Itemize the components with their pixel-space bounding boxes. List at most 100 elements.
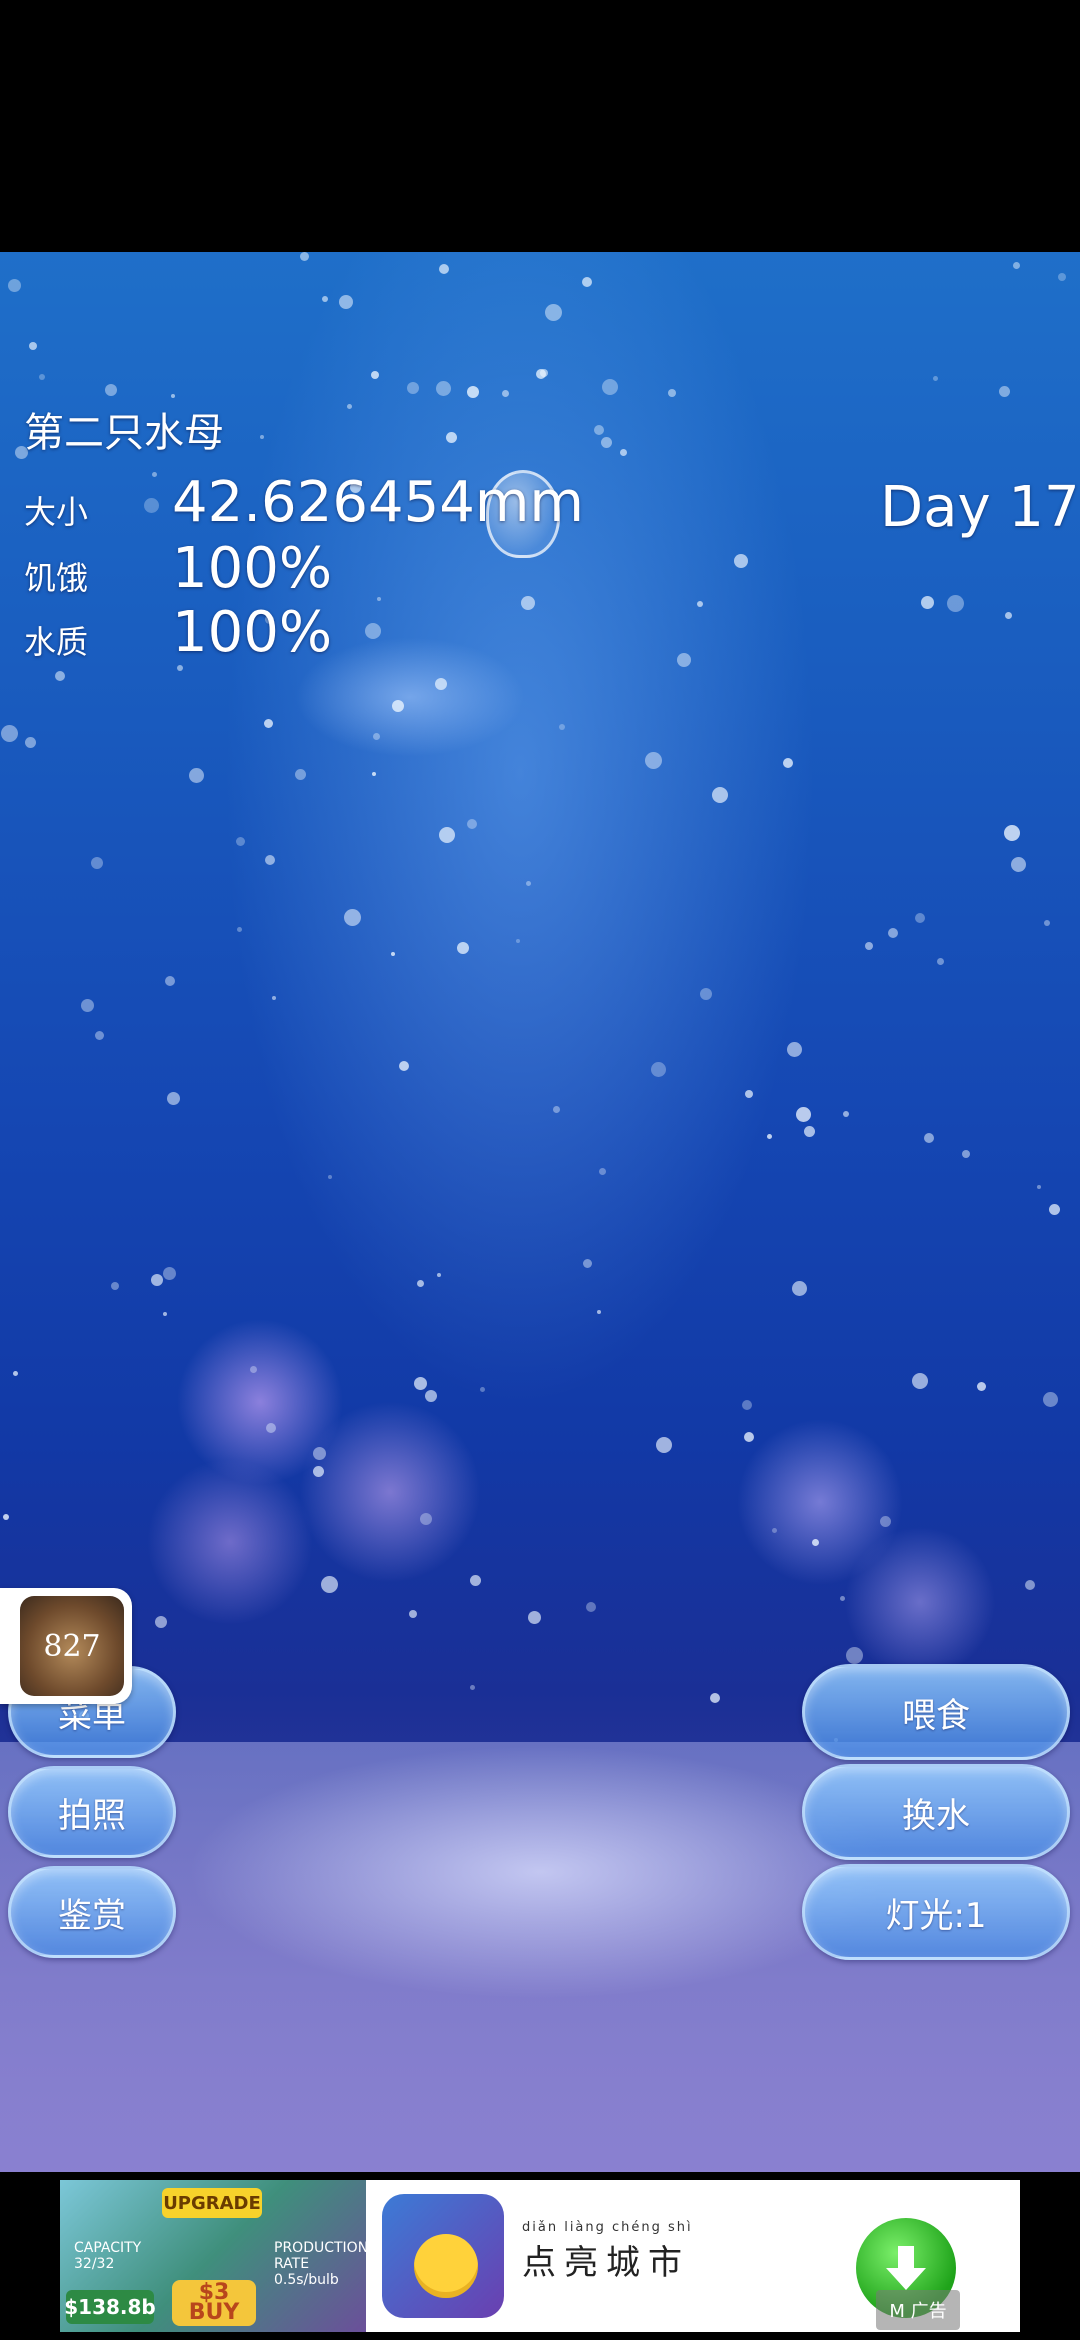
ad-buy-label: BUY (188, 2300, 240, 2325)
bubble (1043, 1392, 1058, 1407)
bubble (712, 787, 728, 803)
bubble (3, 1514, 9, 1520)
avatar-card[interactable]: 827 (0, 1588, 132, 1704)
bubble (888, 928, 898, 938)
bubble (152, 472, 157, 477)
bubble (700, 988, 712, 1000)
bubble (165, 976, 175, 986)
stat-value-water: 100% (172, 600, 333, 665)
photo-button[interactable]: 拍照 (8, 1766, 176, 1858)
bubble (1037, 1185, 1041, 1189)
bubble (1011, 857, 1026, 872)
bubble (409, 1610, 417, 1618)
bubble (272, 996, 276, 1000)
bubble (668, 389, 676, 397)
ad-badge: M 广告 (876, 2290, 960, 2330)
stat-value-hunger: 100% (172, 536, 333, 601)
light-button[interactable]: 灯光:1 (802, 1864, 1070, 1960)
gallery-button[interactable]: 鉴赏 (8, 1866, 176, 1958)
bubble (13, 1371, 18, 1376)
bubble (772, 1528, 777, 1533)
bubble (921, 596, 934, 609)
avatar-icon: 827 (20, 1596, 124, 1696)
bubble (1049, 1204, 1060, 1215)
bubble (435, 678, 447, 690)
bubble (265, 855, 275, 865)
bubble (372, 772, 376, 776)
bubble (321, 1576, 338, 1593)
bubble (339, 295, 353, 309)
ad-buy-box: $3 BUY (172, 2280, 256, 2326)
bubble (25, 737, 36, 748)
change-water-button[interactable]: 换水 (802, 1764, 1070, 1860)
bubble (266, 1423, 276, 1433)
bubble (656, 1437, 672, 1453)
bubble (446, 432, 457, 443)
bubble (414, 1377, 427, 1390)
screen: 第二只水母 大小 42.626454mm 饥饿 100% 水质 100% Day… (0, 0, 1080, 2340)
ad-upgrade-label: UPGRADE (162, 2188, 262, 2218)
bubble (586, 1602, 596, 1612)
bubble (937, 958, 944, 965)
bubble (840, 1596, 845, 1601)
bubble (373, 733, 380, 740)
top-black-bar (0, 0, 1080, 252)
bubble (155, 1616, 167, 1628)
bubble (843, 1111, 849, 1117)
stat-label-water: 水质 (24, 623, 89, 661)
bubble (236, 837, 245, 846)
ad-money-label: $138.8b (64, 2290, 156, 2324)
ad-capacity-label: CAPACITY 32/32 (74, 2240, 142, 2272)
bubble (915, 913, 925, 923)
bubble (846, 1647, 863, 1664)
bubble (962, 1150, 970, 1158)
feed-button[interactable]: 喂食 (802, 1664, 1070, 1760)
bubble (322, 296, 328, 302)
bubble (933, 376, 938, 381)
bubble (526, 881, 531, 886)
bubble (151, 1274, 163, 1286)
bubble (163, 1267, 176, 1280)
bubble (787, 1042, 802, 1057)
bubble (29, 342, 37, 350)
bubble (1058, 273, 1066, 281)
bubble (812, 1539, 819, 1546)
bubble (313, 1447, 326, 1460)
bubble (977, 1382, 986, 1391)
ad-app-icon (382, 2194, 504, 2318)
bubble (470, 1575, 481, 1586)
bubble (783, 758, 793, 768)
bubble (594, 425, 604, 435)
bubble (365, 623, 381, 639)
bubble (745, 1090, 753, 1098)
bubble (597, 1310, 601, 1314)
bubble (804, 1126, 815, 1137)
bubble (144, 498, 159, 513)
bubble (177, 665, 183, 671)
bubble (1013, 262, 1020, 269)
bubble (399, 1061, 409, 1071)
day-counter: Day 17 (880, 475, 1080, 540)
stat-label-hunger: 饥饿 (24, 559, 89, 597)
bubble (583, 1259, 592, 1268)
smiley-face-icon (414, 2234, 478, 2298)
bubble (425, 1390, 437, 1402)
bubble (55, 671, 65, 681)
bubble (947, 595, 964, 612)
ad-game-screenshot: UPGRADE CAPACITY 32/32 $138.8b $3 BUY PR… (60, 2180, 366, 2332)
bubble (420, 1513, 432, 1525)
stat-label-size: 大小 (24, 493, 89, 531)
bubble (457, 942, 469, 954)
bubble (528, 1611, 541, 1624)
bubble (328, 1175, 332, 1179)
bubble (620, 449, 627, 456)
bubble (371, 371, 379, 379)
bubble (697, 601, 703, 607)
bubble (171, 394, 175, 398)
bubble (470, 1685, 475, 1690)
bubble (559, 724, 565, 730)
bubble (480, 1387, 485, 1392)
bubble (582, 277, 592, 287)
bubble (744, 1432, 754, 1442)
bubble (792, 1281, 807, 1296)
